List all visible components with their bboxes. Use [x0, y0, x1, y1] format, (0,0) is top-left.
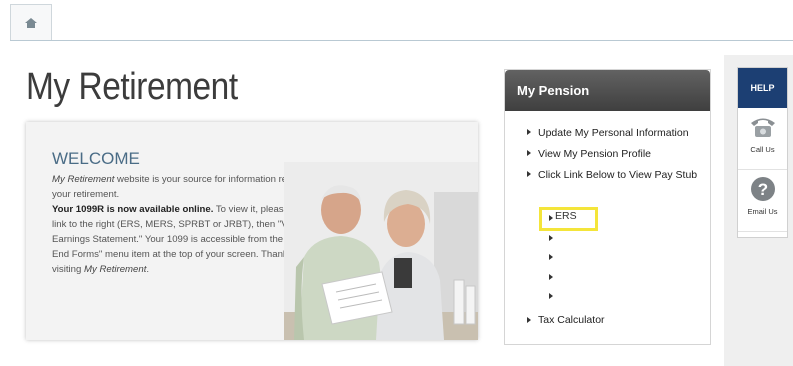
caret-right-icon [549, 293, 553, 299]
sub-link[interactable] [543, 230, 643, 250]
update-personal-info-link[interactable]: Update My Personal Information [527, 126, 707, 140]
caret-right-icon [549, 234, 553, 241]
my-pension-panel: My Pension Update My Personal Informatio… [504, 69, 711, 345]
home-tab[interactable] [10, 4, 52, 40]
caret-right-icon [527, 150, 531, 156]
help-rail: HELP Call Us ? Email Us [737, 67, 788, 238]
caret-right-icon [549, 254, 553, 260]
question-icon: ? [750, 177, 775, 201]
welcome-card: WELCOME My Retirement website is your so… [26, 122, 478, 340]
tax-calculator-link[interactable]: Tax Calculator [527, 314, 605, 326]
nav-divider [10, 40, 793, 41]
help-button[interactable]: HELP [738, 68, 787, 108]
caret-right-icon [527, 129, 531, 135]
caret-right-icon [549, 273, 553, 280]
view-pension-profile-link[interactable]: View My Pension Profile [527, 147, 707, 161]
email-us-label: Email Us [747, 207, 778, 216]
svg-text:?: ? [757, 180, 767, 199]
email-us-button[interactable]: ? Email Us [738, 170, 787, 232]
view-pay-stub-link[interactable]: Click Link Below to View Pay Stub [527, 168, 707, 182]
page-title: My Retirement [26, 66, 238, 108]
call-us-label: Call Us [750, 145, 775, 154]
welcome-heading: WELCOME [52, 149, 140, 168]
retired-couple-photo [284, 162, 478, 340]
site-name: My Retirement [52, 174, 115, 185]
ers-highlight-box [539, 207, 598, 231]
sub-link[interactable] [543, 269, 643, 289]
sub-link[interactable] [543, 288, 643, 308]
home-icon [25, 17, 37, 28]
caret-right-icon [527, 317, 531, 323]
pension-menu: Update My Personal Information View My P… [527, 126, 707, 189]
pension-panel-header: My Pension [505, 70, 710, 111]
call-us-button[interactable]: Call Us [738, 108, 787, 170]
sub-link[interactable] [543, 249, 643, 269]
caret-right-icon [527, 171, 531, 177]
telephone-icon [750, 118, 775, 137]
